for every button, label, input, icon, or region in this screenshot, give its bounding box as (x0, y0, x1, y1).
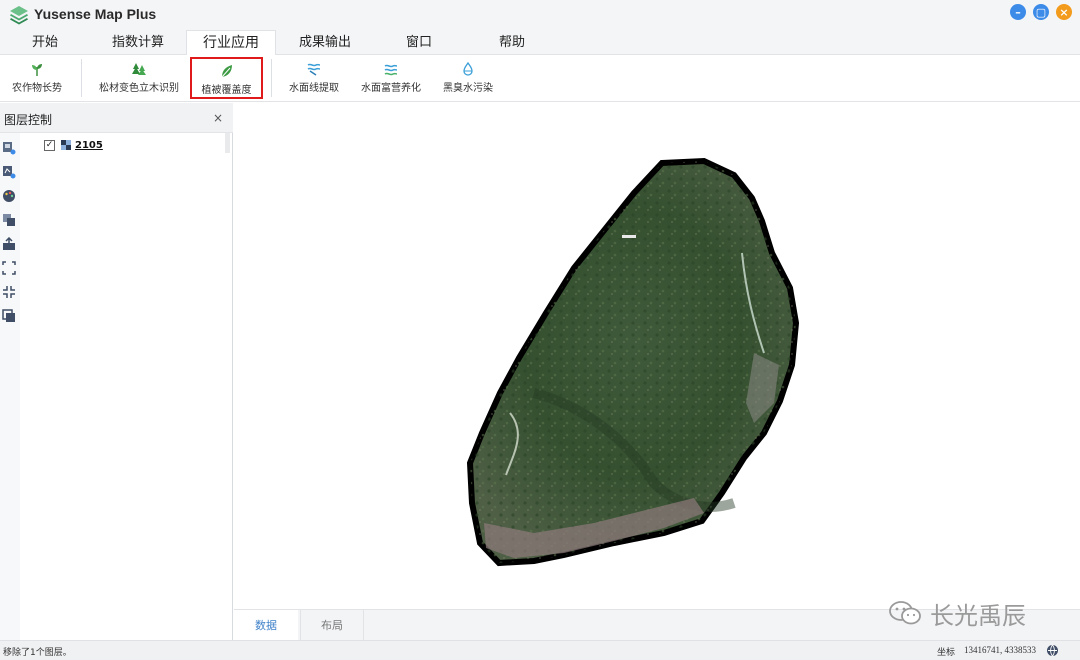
layers-stack-icon (10, 6, 28, 25)
tab-industry-application[interactable]: 行业应用 (186, 30, 276, 56)
maximize-button[interactable]: ▢ (1033, 4, 1049, 20)
ribbon-separator (271, 59, 272, 97)
layer-name[interactable]: 2105 (75, 140, 103, 151)
zoom-layer-icon[interactable] (2, 285, 16, 299)
export-layer-icon[interactable] (2, 237, 16, 251)
watermark: 长光禹辰 (888, 597, 1026, 630)
full-extent-icon[interactable] (2, 261, 16, 275)
tab-layout[interactable]: 布局 (300, 610, 364, 641)
layer-panel-header: 图层控制 × (0, 103, 233, 133)
menu-bar: 开始 指数计算 行业应用 成果输出 窗口 帮助 (0, 30, 1080, 56)
leaf-icon (221, 65, 232, 78)
tab-window[interactable]: 窗口 (374, 30, 464, 55)
black-odorous-water-label: 黑臭水污染 (443, 83, 493, 94)
minimize-button[interactable]: – (1010, 4, 1026, 20)
layer-item[interactable]: ✓ 2105 (44, 137, 103, 153)
raster-layer-icon (61, 140, 71, 150)
pine-wilt-detection-button[interactable]: 松材变色立木识别 (92, 57, 186, 99)
water-eutrophication-icon (384, 64, 398, 76)
ribbon-separator (81, 59, 82, 97)
eutrophication-button[interactable]: 水面富营养化 (355, 57, 427, 99)
water-pollution-icon (463, 61, 473, 76)
title-bar: Yusense Map Plus – ▢ × (0, 0, 1080, 30)
coordinate-label: 坐标 (937, 648, 956, 658)
tab-output[interactable]: 成果输出 (280, 30, 370, 55)
crop-growth-label: 农作物长势 (12, 83, 62, 94)
status-bar: 移除了1个图层。 坐标 13416741, 4338533 (0, 640, 1080, 660)
wechat-icon (889, 601, 921, 625)
pine-tree-icon (132, 63, 146, 75)
add-vector-icon[interactable] (2, 165, 16, 179)
tab-index-calculation[interactable]: 指数计算 (93, 30, 183, 55)
tab-help[interactable]: 帮助 (467, 30, 557, 55)
eutrophication-label: 水面富营养化 (361, 83, 421, 94)
palette-icon[interactable] (2, 189, 16, 203)
layer-panel-scrollbar[interactable] (225, 133, 230, 153)
copy-layer-icon[interactable] (2, 213, 16, 227)
waterline-extraction-label: 水面线提取 (289, 83, 339, 94)
map-view[interactable] (234, 103, 1080, 609)
add-raster-icon[interactable] (2, 141, 16, 155)
layer-panel-title: 图层控制 (4, 113, 53, 127)
close-button[interactable]: × (1056, 4, 1072, 20)
coordinate-readout: 13416741, 4338533 (964, 645, 1036, 655)
tab-data[interactable]: 数据 (234, 610, 298, 641)
crop-growth-button[interactable]: 农作物长势 (4, 57, 70, 99)
layer-control-panel: 图层控制 × ✓ 2105 (0, 103, 233, 640)
satellite-image-raster (466, 157, 800, 567)
status-message: 移除了1个图层。 (3, 648, 72, 658)
app-title: Yusense Map Plus (34, 6, 157, 22)
black-odorous-water-button[interactable]: 黑臭水污染 (437, 57, 499, 99)
crop-sprout-icon (32, 64, 42, 76)
projection-globe-icon[interactable] (1046, 644, 1059, 657)
duplicate-icon[interactable] (2, 309, 16, 323)
pine-wilt-detection-label: 松材变色立木识别 (99, 83, 179, 94)
watermark-text: 长光禹辰 (930, 601, 1026, 630)
vegetation-coverage-label: 植被覆盖度 (201, 85, 252, 96)
ribbon-toolbar: 农作物长势 松材变色立木识别 植被覆盖度 水面线提取 水面富营养化 黑臭水污染 (0, 55, 1080, 102)
waterline-extraction-button[interactable]: 水面线提取 (282, 57, 346, 99)
tab-start[interactable]: 开始 (0, 30, 90, 55)
water-line-icon (307, 63, 321, 76)
layer-visibility-checkbox[interactable]: ✓ (44, 139, 55, 151)
vegetation-coverage-button[interactable]: 植被覆盖度 (190, 57, 263, 99)
layer-tools-column (0, 133, 20, 640)
layer-panel-close-button[interactable]: × (213, 111, 223, 125)
